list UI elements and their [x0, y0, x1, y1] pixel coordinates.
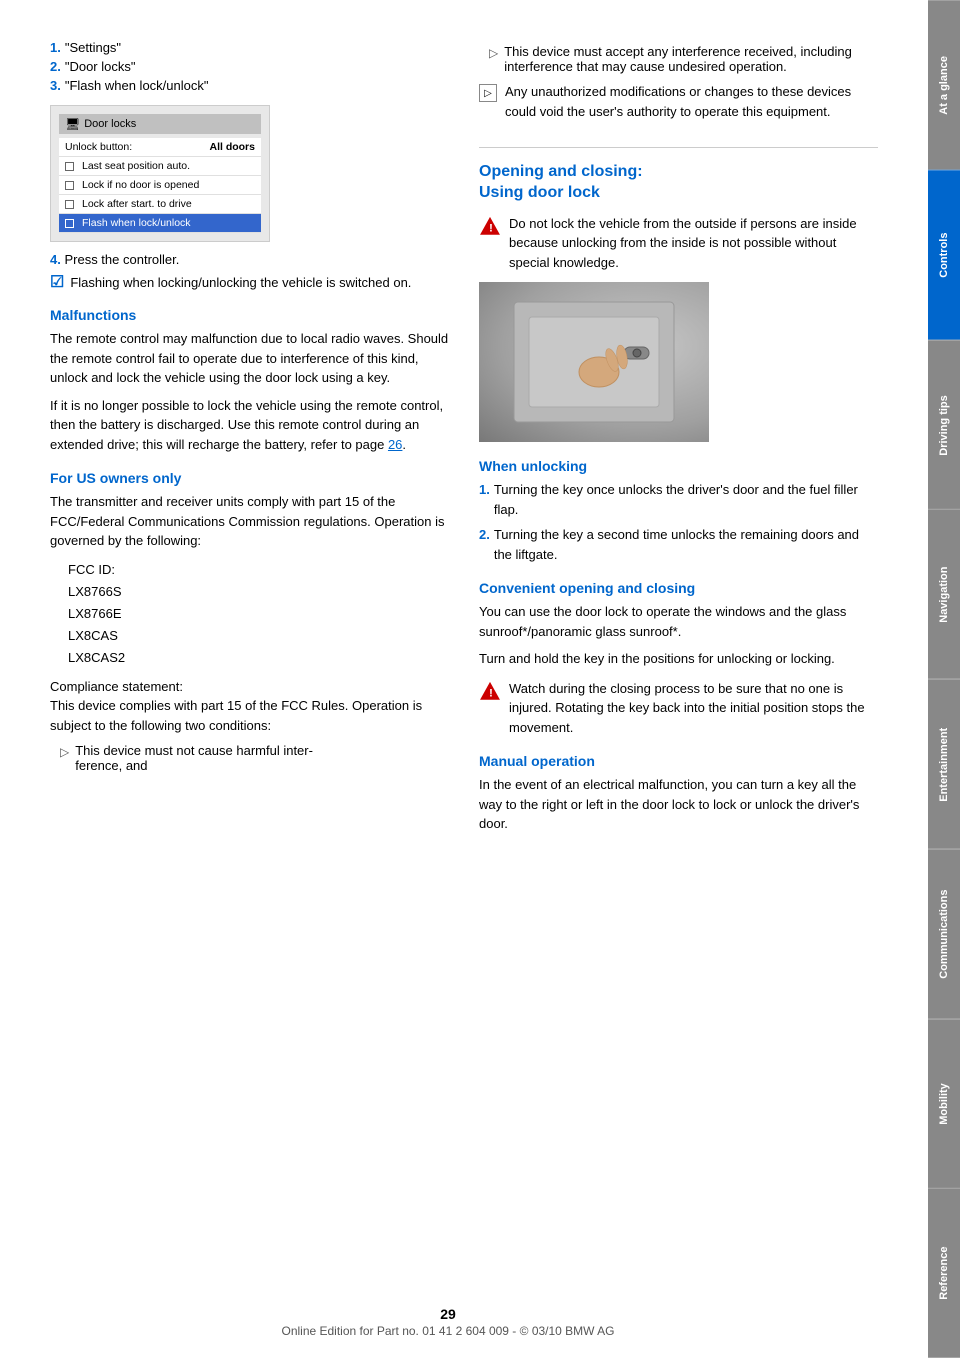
step-1-text: "Settings"	[65, 40, 121, 55]
when-unlocking-heading: When unlocking	[479, 458, 878, 474]
convenient-warning: ! Watch during the closing process to be…	[479, 679, 878, 738]
step-3-text: "Flash when lock/unlock"	[65, 78, 209, 93]
opening-closing-warning: ! Do not lock the vehicle from the outsi…	[479, 214, 878, 273]
step-2-num: 2.	[50, 59, 61, 74]
unlock-step-1-num: 1.	[479, 480, 490, 519]
screen-row-3: Lock after start. to drive	[82, 198, 192, 210]
door-locks-screen: 🖥 Door locks Unlock button: All doors La…	[50, 105, 270, 242]
malfunctions-para2: If it is no longer possible to lock the …	[50, 396, 449, 455]
bullet-1: ▷ This device must not cause harmful int…	[60, 743, 449, 773]
screen-row-4: Flash when lock/unlock	[82, 217, 191, 229]
convenient-para2: Turn and hold the key in the positions f…	[479, 649, 878, 669]
manual-operation-para: In the event of an electrical malfunctio…	[479, 775, 878, 834]
unlock-step-2-num: 2.	[479, 525, 490, 564]
screen-row-2: Lock if no door is opened	[82, 179, 199, 191]
info-box: ▷ Any unauthorized modifications or chan…	[479, 82, 878, 121]
door-illustration	[504, 292, 684, 432]
bullet-2: ▷ This device must accept any interferen…	[489, 44, 878, 74]
tab-at-a-glance[interactable]: At a glance	[928, 0, 960, 170]
malfunctions-para1: The remote control may malfunction due t…	[50, 329, 449, 388]
tab-entertainment[interactable]: Entertainment	[928, 679, 960, 849]
svg-text:!: !	[489, 222, 493, 234]
screen-row-1: Last seat position auto.	[82, 160, 190, 172]
page-number: 29	[0, 1306, 896, 1322]
door-image	[479, 282, 709, 442]
chapter-tabs: At a glance Controls Driving tips Naviga…	[928, 0, 960, 1358]
unlock-step-2-text: Turning the key a second time unlocks th…	[494, 525, 878, 564]
tab-mobility[interactable]: Mobility	[928, 1019, 960, 1189]
bullet-arrow-1: ▷	[60, 745, 69, 759]
check-icon: ☑	[50, 275, 64, 291]
tab-navigation[interactable]: Navigation	[928, 509, 960, 679]
svg-text:!: !	[489, 687, 493, 699]
step-2-text: "Door locks"	[65, 59, 136, 74]
tab-communications[interactable]: Communications	[928, 849, 960, 1019]
info-icon: ▷	[479, 84, 497, 102]
malfunctions-heading: Malfunctions	[50, 307, 449, 323]
tab-driving-tips[interactable]: Driving tips	[928, 340, 960, 510]
step-3-num: 3.	[50, 78, 61, 93]
tab-reference[interactable]: Reference	[928, 1188, 960, 1358]
convenient-heading: Convenient opening and closing	[479, 580, 878, 596]
warning-icon: !	[479, 216, 501, 238]
convenient-warning-icon: !	[479, 681, 501, 703]
fcc-id-block: FCC ID: LX8766S LX8766E LX8CAS LX8CAS2	[68, 559, 449, 669]
for-us-owners-heading: For US owners only	[50, 470, 449, 486]
manual-operation-heading: Manual operation	[479, 753, 878, 769]
opening-closing-heading: Opening and closing: Using door lock	[479, 162, 878, 204]
step-1-num: 1.	[50, 40, 61, 55]
unlock-label: Unlock button:	[65, 141, 132, 153]
page-26-link[interactable]: 26	[388, 437, 402, 452]
compliance-heading: Compliance statement: This device compli…	[50, 677, 449, 736]
step-4-note: ☑ Flashing when locking/unlocking the ve…	[50, 275, 449, 291]
unlock-step-1-text: Turning the key once unlocks the driver'…	[494, 480, 878, 519]
when-unlocking-list: 1. Turning the key once unlocks the driv…	[479, 480, 878, 564]
bullet-arrow-2: ▷	[489, 46, 498, 60]
footer-text: Online Edition for Part no. 01 41 2 604 …	[0, 1324, 896, 1338]
step-4: 4. Press the controller.	[50, 252, 449, 267]
for-us-owners-para1: The transmitter and receiver units compl…	[50, 492, 449, 551]
page-footer: 29 Online Edition for Part no. 01 41 2 6…	[0, 1306, 896, 1338]
screen-header-text: Door locks	[84, 118, 136, 130]
steps-list: 1. "Settings" 2. "Door locks" 3. "Flash …	[50, 40, 449, 93]
tab-controls[interactable]: Controls	[928, 170, 960, 340]
unlock-value: All doors	[209, 141, 255, 153]
convenient-para1: You can use the door lock to operate the…	[479, 602, 878, 641]
